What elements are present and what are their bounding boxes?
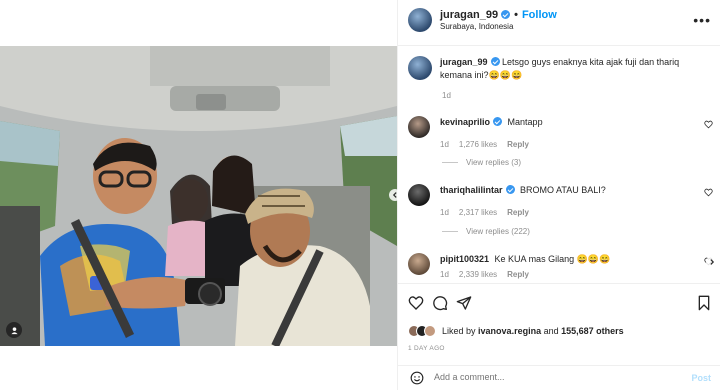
more-options-icon[interactable]: •••	[693, 12, 711, 28]
comment-time: 1d	[440, 270, 449, 279]
comment-likes[interactable]: 1,276 likes	[459, 140, 497, 149]
comment-meta: 1d 1,276 likes Reply	[440, 140, 713, 149]
separator-dot: •	[514, 9, 518, 21]
avatar[interactable]	[408, 116, 430, 138]
add-comment-input[interactable]	[434, 372, 654, 382]
header-user-line: juragan_99 • Follow	[440, 9, 557, 21]
next-post-arrow-icon[interactable]	[706, 256, 718, 268]
emoji-smiley-icon[interactable]	[410, 371, 424, 388]
view-replies-label: View replies (3)	[466, 158, 521, 167]
comment-likes[interactable]: 2,339 likes	[459, 270, 497, 279]
view-replies-button[interactable]: View replies (3)	[442, 158, 521, 167]
comment-username[interactable]: kevinaprilio	[440, 117, 490, 127]
share-paper-plane-icon[interactable]	[456, 295, 472, 314]
verified-badge-icon	[501, 10, 511, 19]
comment-time: 1d	[440, 208, 449, 217]
comment-meta: 1d 2,317 likes Reply	[440, 208, 713, 217]
replies-divider	[442, 162, 458, 163]
comment-text: Mantapp	[507, 117, 543, 127]
comment-text: BROMO ATAU BALI?	[520, 185, 606, 195]
post-actions: Liked by ivanova.regina and 155,687 othe…	[398, 283, 720, 390]
comment-item: thariqhalilintar BROMO ATAU BALI? 1d 2,31…	[408, 184, 713, 217]
add-comment-row: Post	[398, 365, 720, 390]
like-comment-icon[interactable]	[704, 120, 713, 132]
verified-badge-icon	[505, 185, 515, 194]
avatar[interactable]	[408, 8, 432, 32]
liked-by-user[interactable]: ivanova.regina	[478, 326, 541, 336]
user-tag-icon[interactable]	[6, 322, 22, 338]
instagram-post-modal: juragan_99 • Follow Surabaya, Indonesia ••…	[0, 0, 720, 390]
post-username[interactable]: juragan_99	[440, 9, 498, 21]
verified-badge-icon	[493, 117, 503, 126]
action-icons	[408, 295, 472, 314]
comment-item: kevinaprilio Mantapp 1d 1,276 likes Reply	[408, 116, 713, 149]
comment-body: kevinaprilio Mantapp	[440, 116, 713, 128]
post-details-panel: juragan_99 • Follow Surabaya, Indonesia ••…	[397, 0, 720, 390]
like-comment-icon[interactable]	[704, 188, 713, 200]
liked-by-label: Liked by	[442, 326, 476, 336]
reply-button[interactable]: Reply	[507, 140, 529, 149]
comment-username[interactable]: thariqhalilintar	[440, 185, 503, 195]
reply-button[interactable]: Reply	[507, 208, 529, 217]
post-photo[interactable]	[0, 46, 397, 346]
comment-bubble-icon[interactable]	[432, 295, 448, 314]
post-header: juragan_99 • Follow Surabaya, Indonesia ••…	[398, 0, 720, 46]
view-replies-label: View replies (222)	[466, 227, 530, 236]
post-time-ago: 1 DAY AGO	[408, 345, 445, 352]
reply-button[interactable]: Reply	[507, 270, 529, 279]
view-replies-button[interactable]: View replies (222)	[442, 227, 530, 236]
avatar[interactable]	[408, 184, 430, 206]
bookmark-icon[interactable]	[697, 295, 711, 314]
replies-divider	[442, 231, 458, 232]
liked-by-others[interactable]: 155,687 others	[561, 326, 624, 336]
caption-text-line: juragan_99 Letsgo guys enaknya kita ajak…	[440, 56, 713, 82]
caption-username[interactable]: juragan_99	[440, 57, 488, 67]
liked-by-summary: Liked by ivanova.regina and 155,687 othe…	[408, 325, 624, 337]
comment-body: pipit100321 Ke KUA mas Gilang 😄😄😄	[440, 253, 713, 265]
verified-badge-icon	[490, 57, 500, 66]
comment-body: thariqhalilintar BROMO ATAU BALI?	[440, 184, 713, 196]
car-selfie-image	[0, 46, 397, 346]
previous-post-arrow-icon[interactable]	[389, 189, 401, 201]
post-caption: juragan_99 Letsgo guys enaknya kita ajak…	[408, 56, 713, 82]
like-heart-icon[interactable]	[408, 295, 424, 314]
liker-avatars[interactable]	[408, 325, 436, 337]
avatar[interactable]	[408, 253, 430, 275]
avatar	[424, 325, 436, 337]
comment-item: pipit100321 Ke KUA mas Gilang 😄😄😄 1d 2,33…	[408, 253, 713, 279]
post-location[interactable]: Surabaya, Indonesia	[440, 22, 513, 31]
caption-time: 1d	[442, 91, 451, 100]
comment-time: 1d	[440, 140, 449, 149]
post-comment-button[interactable]: Post	[691, 373, 711, 383]
follow-button[interactable]: Follow	[522, 9, 557, 21]
liked-by-and: and	[543, 326, 559, 336]
avatar[interactable]	[408, 56, 432, 80]
comment-meta: 1d 2,339 likes Reply	[440, 270, 713, 279]
comment-username[interactable]: pipit100321	[440, 254, 489, 264]
comment-text: Ke KUA mas Gilang 😄😄😄	[494, 254, 611, 264]
comment-likes[interactable]: 2,317 likes	[459, 208, 497, 217]
